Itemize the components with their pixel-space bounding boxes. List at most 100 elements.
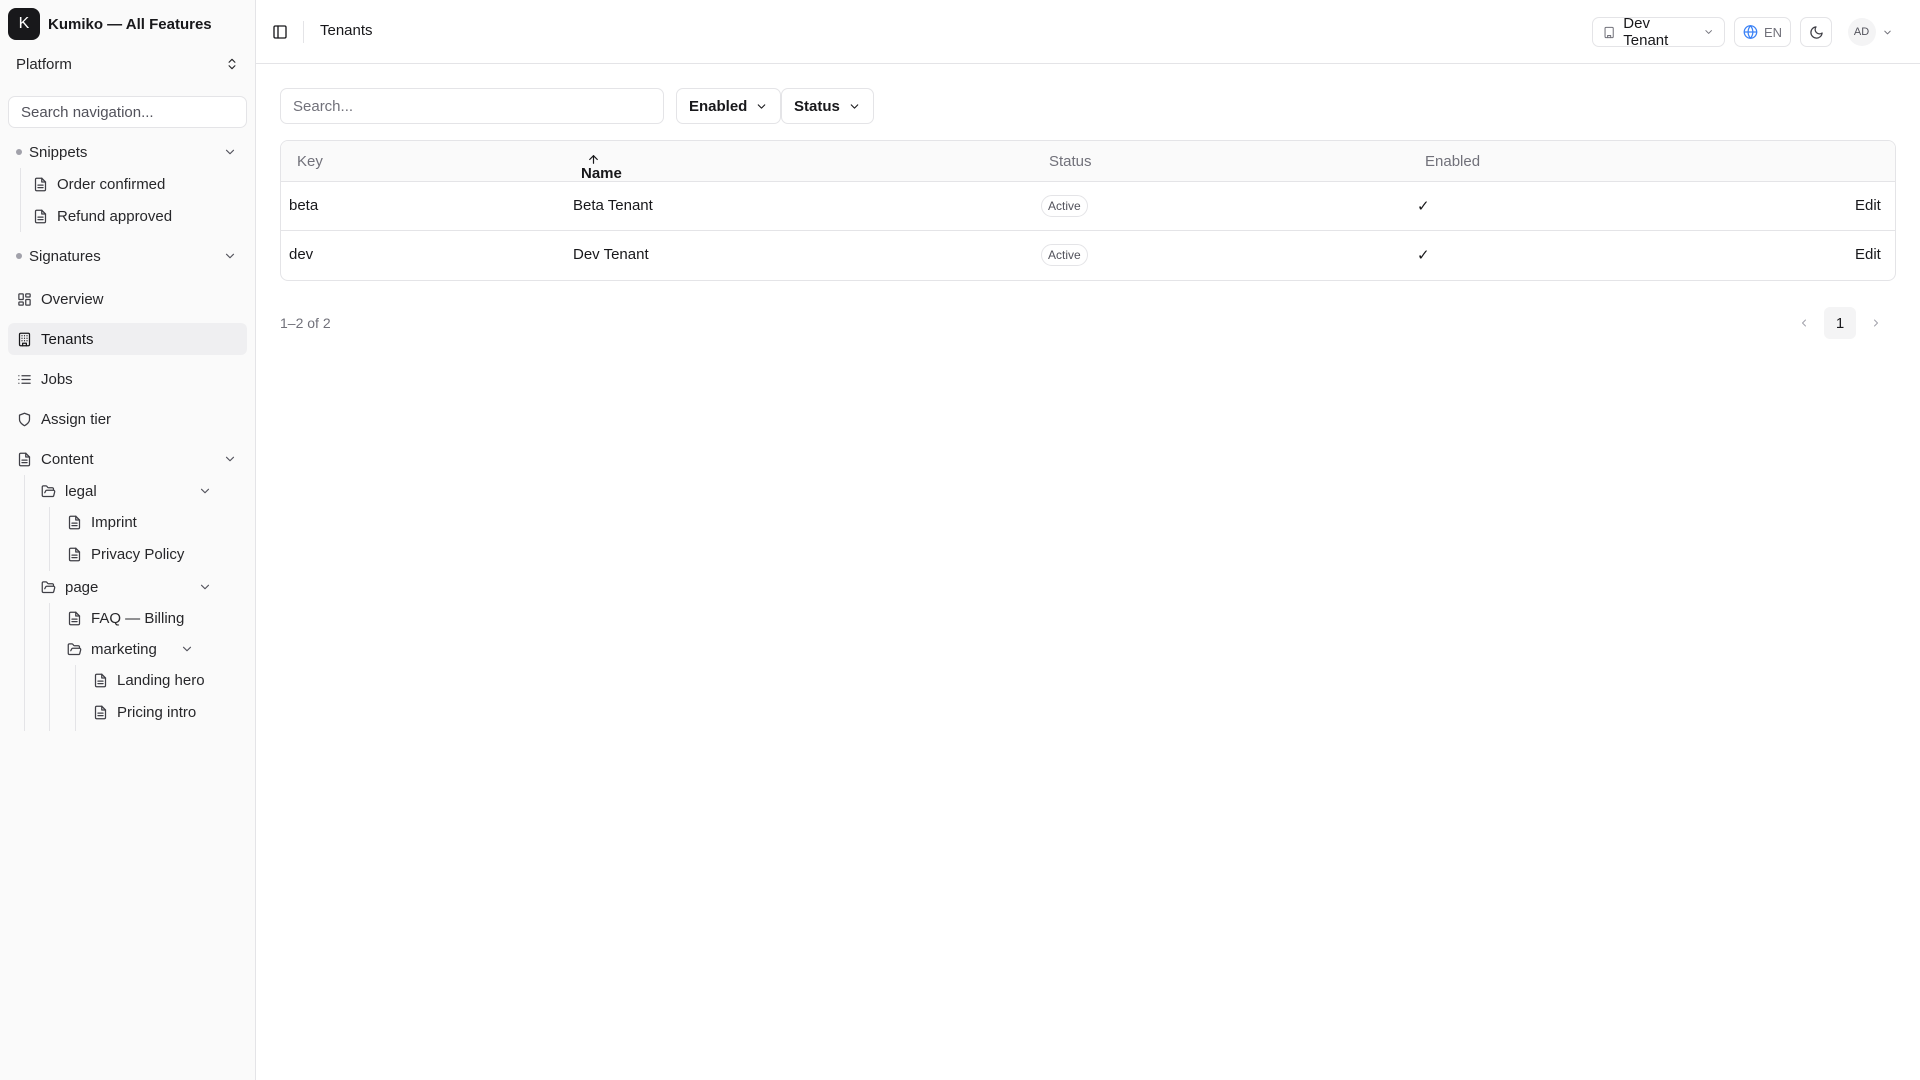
file-text-icon	[32, 208, 48, 224]
chevrons-up-down-icon	[228, 58, 236, 70]
filter-label: Status	[794, 97, 840, 115]
sidebar-folder-label: page	[65, 578, 99, 596]
sidebar-group-content[interactable]: Content	[8, 443, 247, 475]
column-header-name[interactable]: Name	[581, 153, 622, 182]
sidebar-item-label: Landing hero	[117, 671, 205, 689]
breadcrumb: Tenants	[320, 22, 373, 39]
chevron-down-icon	[200, 584, 210, 590]
column-header-enabled[interactable]: Enabled	[1425, 153, 1480, 170]
sidebar-folder-label: marketing	[91, 640, 157, 658]
main-content: Tenants Dev Tenant EN AD Enabled	[256, 0, 1920, 1080]
cell-name: Beta Tenant	[573, 197, 653, 214]
sidebar-item-overview[interactable]: Overview	[8, 283, 247, 315]
file-text-icon	[16, 451, 32, 467]
scope-label: Platform	[16, 55, 72, 73]
sidebar-item-pricing-intro[interactable]: Pricing intro	[84, 696, 244, 728]
sidebar-item-label: Order confirmed	[57, 175, 166, 193]
sidebar-item-label: Imprint	[91, 513, 137, 531]
sidebar-item-landing-hero[interactable]: Landing hero	[84, 664, 244, 696]
sidebar-item-jobs[interactable]: Jobs	[8, 363, 247, 395]
brand[interactable]: K Kumiko — All Features	[0, 0, 255, 48]
list-icon	[16, 371, 32, 387]
sidebar-item-label: FAQ — Billing	[91, 609, 185, 627]
chevron-down-icon	[225, 253, 235, 259]
tenant-switcher-label: Dev Tenant	[1623, 15, 1669, 49]
tenants-table: Key Name Status Enabled beta Beta Tenant…	[280, 140, 1896, 281]
sidebar-item-label: Jobs	[41, 370, 73, 388]
file-text-icon	[66, 546, 82, 562]
chevron-down-icon	[200, 488, 210, 494]
sidebar-item-label: Pricing intro	[117, 703, 197, 721]
user-menu[interactable]: AD	[1844, 18, 1896, 46]
sidebar-item-assign-tier[interactable]: Assign tier	[8, 403, 247, 435]
bullet-icon	[16, 253, 22, 259]
language-label: EN	[1763, 24, 1782, 40]
edit-button[interactable]: Edit	[1855, 197, 1881, 214]
bullet-icon	[16, 149, 22, 155]
table-row[interactable]: dev Dev Tenant Active ✓ Edit	[281, 231, 1895, 280]
sidebar-item-label: Assign tier	[41, 410, 112, 428]
sidebar-item-label: Tenants	[41, 330, 94, 348]
file-text-icon	[92, 672, 108, 688]
scope-switcher[interactable]: Platform	[8, 48, 247, 80]
folder-open-icon	[66, 641, 82, 657]
column-header-status[interactable]: Status	[1049, 153, 1092, 170]
nav-search-input[interactable]	[8, 96, 247, 128]
cell-key: dev	[289, 246, 314, 263]
status-filter-button[interactable]: Status	[781, 88, 874, 124]
sidebar-item-refund-approved[interactable]: Refund approved	[32, 200, 247, 232]
moon-icon	[1809, 25, 1823, 39]
column-header-label: Name	[581, 165, 622, 182]
topbar-divider	[303, 21, 304, 43]
sidebar: K Kumiko — All Features Platform Snippet…	[0, 0, 256, 1080]
enabled-check: ✓	[1417, 247, 1430, 264]
pagination-summary: 1–2 of 2	[280, 315, 331, 331]
topbar: Tenants Dev Tenant EN AD	[256, 0, 1920, 64]
chevron-down-icon	[182, 646, 192, 652]
column-header-key[interactable]: Key	[297, 153, 323, 170]
building-icon	[16, 331, 32, 347]
sidebar-item-privacy-policy[interactable]: Privacy Policy	[58, 538, 238, 570]
avatar: AD	[1847, 18, 1876, 46]
chevron-down-icon	[225, 149, 235, 155]
brand-title: Kumiko — All Features	[48, 15, 212, 33]
folder-open-icon	[40, 483, 56, 499]
sidebar-group-label: Content	[41, 450, 94, 468]
shield-icon	[16, 411, 32, 427]
sidebar-group-signatures[interactable]: Signatures	[8, 240, 247, 272]
sidebar-item-faq-billing[interactable]: FAQ — Billing	[58, 602, 238, 634]
sidebar-item-label: Refund approved	[57, 207, 173, 225]
sidebar-folder-label: legal	[65, 482, 97, 500]
previous-page-button[interactable]	[1788, 307, 1820, 339]
next-page-button[interactable]	[1860, 307, 1892, 339]
cell-key: beta	[289, 197, 319, 214]
sidebar-folder-legal[interactable]: legal	[32, 475, 222, 507]
layout-dashboard-icon	[16, 291, 32, 307]
sidebar-item-label: Privacy Policy	[91, 545, 185, 563]
sidebar-item-order-confirmed[interactable]: Order confirmed	[32, 168, 247, 200]
enabled-filter-button[interactable]: Enabled	[676, 88, 782, 124]
table-row[interactable]: beta Beta Tenant Active ✓ Edit	[281, 182, 1895, 231]
folder-open-icon	[40, 579, 56, 595]
sidebar-item-imprint[interactable]: Imprint	[58, 506, 238, 538]
filter-label: Enabled	[689, 97, 748, 115]
chevron-right-icon	[1874, 319, 1878, 327]
edit-button[interactable]: Edit	[1855, 246, 1881, 263]
page-button-current[interactable]: 1	[1824, 307, 1856, 339]
chevron-down-icon	[225, 456, 235, 462]
tenant-switcher[interactable]: Dev Tenant	[1592, 15, 1725, 49]
chevron-down-icon	[1705, 30, 1712, 34]
enabled-check: ✓	[1417, 198, 1430, 215]
sidebar-toggle-button[interactable]	[268, 20, 292, 44]
sidebar-folder-marketing[interactable]: marketing	[58, 633, 204, 665]
chevron-down-icon	[1883, 30, 1891, 34]
building-icon	[1604, 26, 1614, 38]
sidebar-group-snippets[interactable]: Snippets	[8, 136, 247, 168]
language-switcher[interactable]: EN	[1734, 17, 1791, 47]
globe-icon	[1743, 25, 1758, 39]
sidebar-folder-page[interactable]: page	[32, 571, 222, 603]
sidebar-item-tenants[interactable]: Tenants	[8, 323, 247, 355]
theme-toggle-button[interactable]	[1800, 17, 1832, 47]
search-input[interactable]	[280, 88, 664, 124]
file-text-icon	[92, 704, 108, 720]
